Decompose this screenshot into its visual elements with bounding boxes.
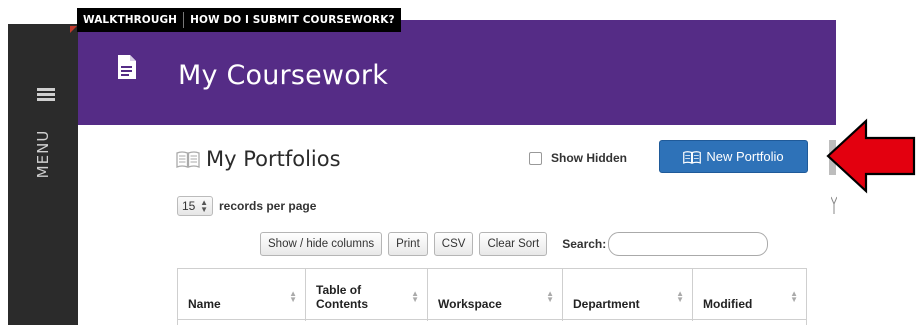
records-select[interactable]: 15 ▲ ▼: [177, 196, 213, 216]
red-corner-marker: [70, 26, 77, 33]
clear-sort-button[interactable]: Clear Sort: [479, 232, 548, 256]
show-hidden-label: Show Hidden: [551, 151, 627, 165]
show-hidden-checkbox[interactable]: [529, 151, 542, 165]
sort-icon: ▲ ▼: [790, 289, 798, 304]
book-icon: [683, 150, 702, 164]
sort-icon: ▲ ▼: [411, 289, 419, 304]
sort-icon: ▲ ▼: [676, 289, 684, 304]
search-label: Search:: [562, 237, 607, 251]
column-header-name[interactable]: Name ▲ ▼: [178, 269, 306, 321]
page-title: My Coursework: [178, 60, 389, 91]
book-icon: [176, 151, 200, 168]
menu-label[interactable]: MENU: [28, 124, 58, 184]
top-tabs: WALKTHROUGH HOW DO I SUBMIT COURSEWORK?: [77, 8, 401, 32]
column-header-table-of-contents[interactable]: Table of Contents ▲ ▼: [306, 269, 428, 321]
table-header-divider: [177, 319, 807, 320]
portfolios-table: Name ▲ ▼ Table of Contents ▲ ▼ Workspace ▲…: [177, 268, 807, 325]
portfolios-title: My Portfolios: [206, 147, 341, 171]
tab-submit-coursework-help[interactable]: HOW DO I SUBMIT COURSEWORK?: [184, 14, 401, 26]
page-header: My Coursework: [78, 20, 836, 125]
search-input[interactable]: [608, 232, 769, 256]
cropped-glyph: [831, 196, 837, 214]
records-label: records per page: [219, 199, 317, 213]
sort-icon: ▲ ▼: [546, 289, 554, 304]
csv-button[interactable]: CSV: [433, 232, 474, 256]
portfolios-heading: My Portfolios: [176, 147, 341, 171]
red-arrow-annotation: [826, 118, 916, 194]
print-button[interactable]: Print: [388, 232, 428, 256]
table-toolbar: Show / hide columns Print CSV Clear Sort…: [260, 232, 769, 256]
side-menu[interactable]: MENU: [8, 24, 78, 325]
records-per-page: 15 ▲ ▼ records per page: [177, 196, 316, 216]
show-hide-columns-button[interactable]: Show / hide columns: [260, 232, 383, 256]
hamburger-icon[interactable]: [37, 88, 55, 102]
document-icon: [118, 55, 136, 79]
records-value: 15: [182, 199, 196, 213]
select-arrows-icon: ▲ ▼: [200, 198, 208, 214]
tab-walkthrough[interactable]: WALKTHROUGH: [77, 14, 183, 26]
sort-icon: ▲ ▼: [289, 289, 297, 304]
column-header-modified[interactable]: Modified ▲ ▼: [693, 269, 806, 321]
new-portfolio-label: New Portfolio: [706, 149, 784, 164]
column-header-department[interactable]: Department ▲ ▼: [563, 269, 693, 321]
new-portfolio-button[interactable]: New Portfolio: [659, 140, 808, 173]
show-hidden-toggle[interactable]: Show Hidden: [529, 151, 627, 165]
column-header-workspace[interactable]: Workspace ▲ ▼: [428, 269, 563, 321]
